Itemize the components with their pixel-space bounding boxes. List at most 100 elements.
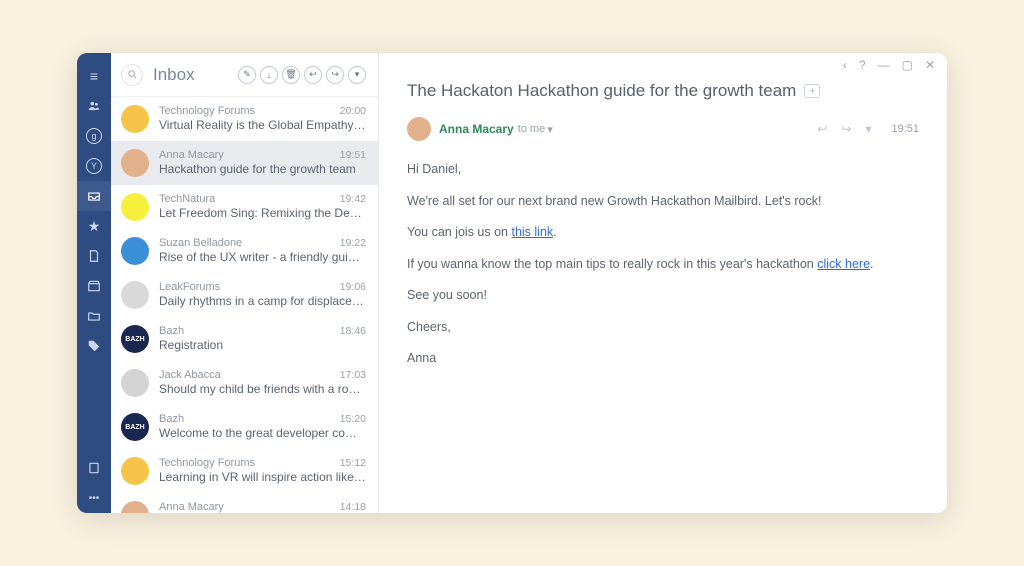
recipient-label: to me <box>518 123 546 135</box>
message-subject: Learning in VR will inspire action like … <box>159 470 366 484</box>
message-time: 19:51 <box>891 123 919 135</box>
sender-name: Bazh <box>159 325 184 337</box>
message-time: 20:00 <box>340 105 366 117</box>
folder-icon[interactable] <box>77 301 111 331</box>
sender-name: Bazh <box>159 413 184 425</box>
message-time: 19:51 <box>340 149 366 161</box>
message-time: 17:03 <box>340 369 366 381</box>
message-item[interactable]: TechNatura19:42Let Freedom Sing: Remixin… <box>111 185 378 229</box>
download-icon[interactable]: ↓ <box>260 66 278 84</box>
menu-icon[interactable]: ≡ <box>77 61 111 91</box>
body-line: Hi Daniel, <box>407 161 919 179</box>
archive-icon[interactable] <box>77 271 111 301</box>
avatar <box>121 281 149 309</box>
message-item[interactable]: BAZH Bazh 15:20Welcome to the great develo… <box>111 405 378 449</box>
message-list-pane: Inbox ✎↓🗑↩↪▾ Technology Forums 20:00Virtu… <box>111 53 379 513</box>
message-subject: Daily rhythms in a camp for displaced pe… <box>159 294 366 308</box>
app-window: ≡ g Y ★ ••• Inbo <box>77 53 947 513</box>
reading-pane: ‹ ? — ▢ ✕ The Hackaton Hackathon guide f… <box>379 53 947 513</box>
avatar <box>121 237 149 265</box>
dropdown-icon[interactable]: ▾ <box>865 122 871 136</box>
body-line: We're all set for our next brand new Gro… <box>407 193 919 211</box>
body-line: Anna <box>407 350 919 368</box>
contacts-icon[interactable] <box>77 91 111 121</box>
addressbook-icon[interactable] <box>77 453 111 483</box>
avatar: BAZH <box>121 413 149 441</box>
message-body: Hi Daniel, We're all set for our next br… <box>407 161 919 368</box>
sender-name[interactable]: Anna Macary <box>439 122 514 136</box>
body-line: You can jois us on this link. <box>407 224 919 242</box>
avatar <box>121 501 149 513</box>
message-time: 14:18 <box>340 501 366 513</box>
yahoo-icon[interactable]: Y <box>77 151 111 181</box>
message-item[interactable]: Suzan Belladone 19:22Rise of the UX write… <box>111 229 378 273</box>
message-title-text: The Hackaton Hackathon guide for the gro… <box>407 81 796 101</box>
message-item[interactable]: BAZH Bazh 18:46Registration <box>111 317 378 361</box>
message-time: 19:06 <box>340 281 366 293</box>
minimize-icon[interactable]: — <box>878 58 890 72</box>
message-time: 19:42 <box>340 193 366 205</box>
inbox-icon[interactable] <box>77 181 111 211</box>
avatar: BAZH <box>121 325 149 353</box>
compose-icon[interactable]: ✎ <box>238 66 256 84</box>
message-item[interactable]: Technology Forums 15:12Learning in VR wil… <box>111 449 378 493</box>
avatar <box>121 193 149 221</box>
maximize-icon[interactable]: ▢ <box>902 58 913 72</box>
body-line: See you soon! <box>407 287 919 305</box>
message-list: Technology Forums 20:00Virtual Reality is… <box>111 97 378 513</box>
forward-icon[interactable]: ↪ <box>326 66 344 84</box>
forward-icon[interactable]: ↪ <box>841 122 851 136</box>
avatar <box>121 457 149 485</box>
message-subject: Rise of the UX writer - a friendly guide… <box>159 250 366 264</box>
message-subject: Registration <box>159 338 366 352</box>
reply-icon[interactable]: ↩ <box>817 122 827 136</box>
star-icon[interactable]: ★ <box>77 211 111 241</box>
reply-icon[interactable]: ↩ <box>304 66 322 84</box>
message-item[interactable]: Anna Macary14:18How Should We Tax Self-D… <box>111 493 378 513</box>
message-item[interactable]: LeakForums 19:06Daily rhythms in a camp f… <box>111 273 378 317</box>
help-icon[interactable]: ? <box>859 58 866 72</box>
file-icon[interactable] <box>77 241 111 271</box>
avatar <box>121 369 149 397</box>
message-time: 15:12 <box>340 457 366 469</box>
message-item[interactable]: Anna Macary19:51Hackathon guide for the … <box>111 141 378 185</box>
recipients-dropdown-icon[interactable]: ▾ <box>547 123 553 136</box>
message-subject: Virtual Reality is the Global Empathy Ma… <box>159 118 366 132</box>
folder-title: Inbox <box>153 65 195 85</box>
search-icon[interactable] <box>121 64 143 86</box>
sender-avatar <box>407 117 431 141</box>
sender-name: Anna Macary <box>159 149 224 161</box>
avatar <box>121 105 149 133</box>
message-item[interactable]: Technology Forums 20:00Virtual Reality is… <box>111 97 378 141</box>
body-line: Cheers, <box>407 319 919 337</box>
message-subject: Should my child be friends with a robot… <box>159 382 366 396</box>
message-meta: Anna Macary to me ▾ ↩ ↪ ▾ 19:51 <box>407 117 919 141</box>
more-menu-icon[interactable]: ▾ <box>348 66 366 84</box>
back-icon[interactable]: ‹ <box>843 58 847 72</box>
message-title: The Hackaton Hackathon guide for the gro… <box>407 81 919 101</box>
sender-name: Anna Macary <box>159 501 224 513</box>
tag-icon[interactable] <box>77 331 111 361</box>
list-header: Inbox ✎↓🗑↩↪▾ <box>111 53 378 97</box>
google-icon[interactable]: g <box>77 121 111 151</box>
close-icon[interactable]: ✕ <box>925 58 935 72</box>
sender-name: LeakForums <box>159 281 220 293</box>
message-subject: Let Freedom Sing: Remixing the Declarati… <box>159 206 366 220</box>
join-link[interactable]: this link <box>511 225 553 239</box>
message-subject: Welcome to the great developer commu… <box>159 426 366 440</box>
tips-link[interactable]: click here <box>817 257 870 271</box>
body-line: If you wanna know the top main tips to r… <box>407 256 919 274</box>
message-time: 19:22 <box>340 237 366 249</box>
sender-name: Technology Forums <box>159 105 255 117</box>
avatar <box>121 149 149 177</box>
add-tag-icon[interactable]: + <box>804 84 820 98</box>
window-controls: ‹ ? — ▢ ✕ <box>379 53 947 77</box>
sender-name: Suzan Belladone <box>159 237 242 249</box>
delete-icon[interactable]: 🗑 <box>282 66 300 84</box>
sender-name: Technology Forums <box>159 457 255 469</box>
message-time: 18:46 <box>340 325 366 337</box>
sender-name: Jack Abacca <box>159 369 221 381</box>
message-time: 15:20 <box>340 413 366 425</box>
more-icon[interactable]: ••• <box>77 483 111 513</box>
message-item[interactable]: Jack Abacca 17:03Should my child be frien… <box>111 361 378 405</box>
